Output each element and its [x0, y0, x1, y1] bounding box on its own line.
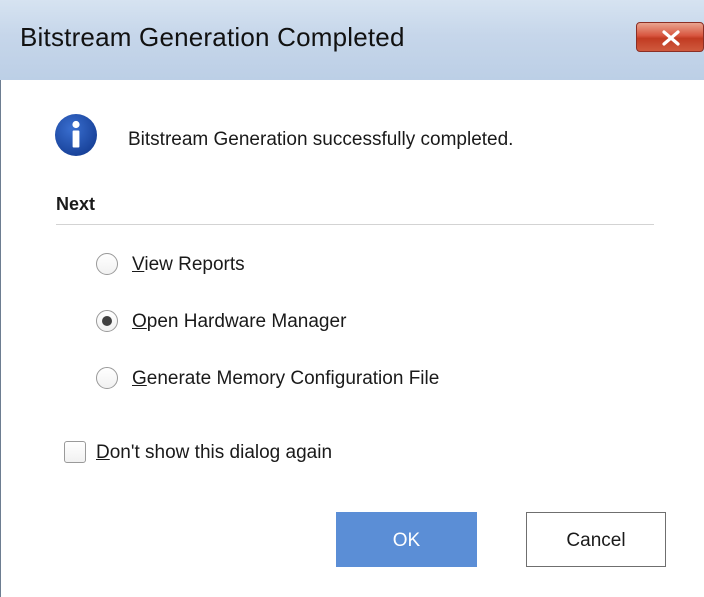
window-border	[0, 80, 1, 597]
dialog-window: Bitstream Generation Completed Bitstream…	[0, 0, 704, 597]
radio-label[interactable]: Open Hardware Manager	[132, 311, 346, 333]
radio-button[interactable]	[96, 367, 118, 389]
cancel-button[interactable]: Cancel	[526, 512, 666, 567]
radio-button[interactable]	[96, 253, 118, 275]
dont-show-again-checkbox[interactable]	[64, 441, 86, 463]
label-text: iew Reports	[144, 254, 245, 275]
radio-label[interactable]: Generate Memory Configuration File	[132, 368, 439, 390]
label-text: enerate Memory Configuration File	[146, 368, 440, 389]
info-message: Bitstream Generation successfully comple…	[128, 129, 514, 150]
radio-button-selected[interactable]	[96, 310, 118, 332]
info-icon	[55, 114, 97, 156]
dialog-title: Bitstream Generation Completed	[20, 22, 405, 52]
ok-button[interactable]: OK	[336, 512, 477, 567]
mnemonic-letter: V	[132, 254, 145, 275]
mnemonic-letter: G	[132, 368, 147, 389]
section-divider	[56, 224, 654, 225]
close-icon	[662, 30, 680, 46]
checkbox-label[interactable]: Don't show this dialog again	[96, 442, 332, 464]
title-bar[interactable]: Bitstream Generation Completed	[0, 0, 704, 80]
radio-label[interactable]: View Reports	[132, 254, 245, 276]
mnemonic-letter: O	[132, 311, 147, 332]
mnemonic-letter: D	[96, 442, 110, 463]
next-section-label: Next	[56, 194, 96, 214]
close-button[interactable]	[636, 22, 704, 52]
label-text: pen Hardware Manager	[146, 311, 347, 332]
label-text: on't show this dialog again	[109, 442, 333, 463]
